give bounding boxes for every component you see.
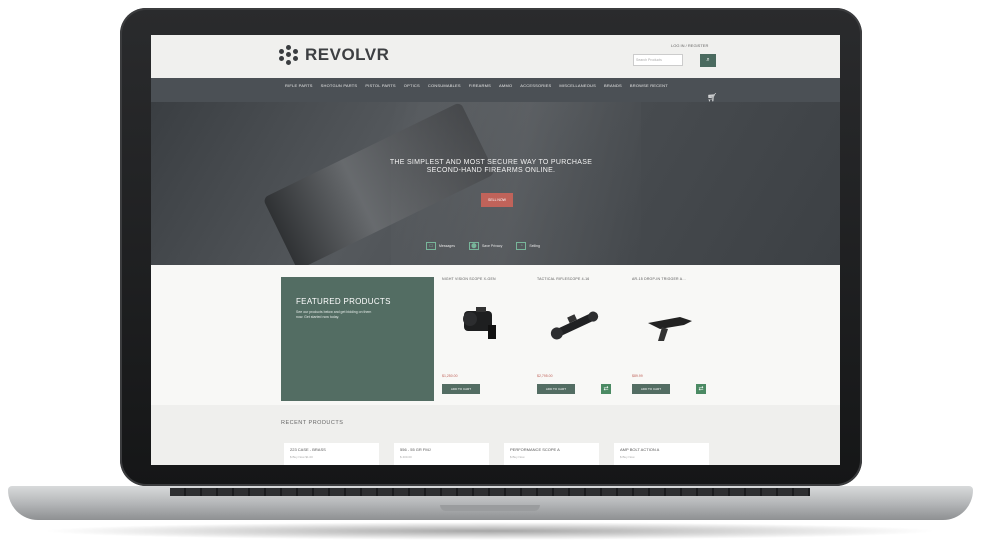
recent-product-card[interactable]: AMP BOLT ACTION A $ Buy Now — [614, 443, 709, 465]
recent-products-section: RECENT PRODUCTS 223 CASE - BRASS $ Buy N… — [151, 405, 840, 465]
recent-product-card[interactable]: PERFORMANCE SCOPE A $ Buy Now — [504, 443, 599, 465]
featured-products-section: FEATURED PRODUCTS See our products below… — [151, 265, 840, 405]
feature-selling: ◔ Selling — [516, 242, 540, 250]
product-title[interactable]: NIGHT VISION SCOPE X-GEN — [442, 277, 522, 281]
nav-item-misc[interactable]: MISCELLANEOUS — [559, 83, 596, 88]
add-to-cart-button[interactable]: ADD TO CART — [442, 384, 480, 394]
nav-item-browse-recent[interactable]: BROWSE RECENT — [630, 83, 668, 88]
cart-icon[interactable]: 🛒︎ — [707, 93, 717, 102]
login-link[interactable]: LOG IN / REGISTER — [671, 43, 708, 48]
recent-product-card[interactable]: 556 - 55 GR FMJ $ 400.00 — [394, 443, 489, 465]
recent-title: RECENT PRODUCTS — [281, 420, 344, 426]
nav-item-ammo[interactable]: AMMO — [499, 83, 512, 88]
message-icon: ▭ — [426, 242, 436, 250]
clock-icon: ◔ — [516, 242, 527, 250]
revolver-cylinder-icon — [279, 45, 299, 65]
laptop-notch — [440, 505, 540, 511]
nav-item-shotgun-parts[interactable]: SHOTGUN PARTS — [321, 83, 358, 88]
recent-product-sub: $ Buy Now $1.00 — [290, 455, 313, 459]
compare-icon[interactable]: ⇄ — [696, 384, 706, 394]
riflescope-image[interactable] — [545, 297, 605, 352]
sell-now-button[interactable]: SELL NOW — [481, 193, 513, 207]
product-title[interactable]: TACTICAL RIFLESCOPE 4-16 — [537, 277, 617, 281]
nav-item-optics[interactable]: OPTICS — [404, 83, 420, 88]
product-price: $2,795.00 — [537, 374, 553, 378]
hero-features: ▭ Messages ⬤ Save Privacy ◔ Selling — [426, 242, 540, 250]
site-header: REVOLVR LOG IN / REGISTER Search Product… — [151, 35, 840, 78]
featured-products-panel: FEATURED PRODUCTS See our products below… — [281, 277, 434, 401]
nav-item-firearms[interactable]: FIREARMS — [469, 83, 491, 88]
hero-title: THE SIMPLEST AND MOST SECURE WAY TO PURC… — [389, 159, 593, 174]
recent-product-card[interactable]: 223 CASE - BRASS $ Buy Now $1.00 — [284, 443, 379, 465]
feature-messages: ▭ Messages — [426, 242, 455, 250]
search-button[interactable]: ⌕ — [700, 54, 716, 67]
product-card[interactable]: AR-15 DROP-IN TRIGGER A… $89.99 ADD TO C… — [632, 277, 712, 401]
product-title[interactable]: AR-15 DROP-IN TRIGGER A… — [632, 277, 712, 281]
trigger-assembly-image[interactable] — [640, 297, 700, 352]
nav-item-pistol-parts[interactable]: PISTOL PARTS — [365, 83, 395, 88]
laptop-keyboard — [170, 488, 810, 496]
add-to-cart-button[interactable]: ADD TO CART — [537, 384, 575, 394]
feature-label: Selling — [529, 244, 540, 248]
nav-item-accessories[interactable]: ACCESSORIES — [520, 83, 551, 88]
featured-title: FEATURED PRODUCTS — [296, 297, 391, 306]
search-input[interactable]: Search Products — [633, 54, 683, 66]
feature-privacy: ⬤ Save Privacy — [468, 242, 503, 250]
hero-light-overlay — [391, 102, 641, 265]
main-nav: RIFLE PARTS SHOTGUN PARTS PISTOL PARTS O… — [151, 78, 840, 102]
featured-description: See our products below and get bidding o… — [296, 310, 372, 319]
product-price: $89.99 — [632, 374, 643, 378]
product-card[interactable]: TACTICAL RIFLESCOPE 4-16 $2,795.00 ADD T… — [537, 277, 617, 401]
brand-name: REVOLVR — [305, 45, 390, 64]
recent-product-sub: $ Buy Now — [510, 455, 525, 459]
nav-item-brands[interactable]: BRANDS — [604, 83, 622, 88]
feature-label: Save Privacy — [481, 244, 503, 248]
night-vision-scope-image[interactable] — [450, 297, 510, 352]
shield-icon: ⬤ — [468, 242, 479, 250]
add-to-cart-button[interactable]: ADD TO CART — [632, 384, 670, 394]
hero-banner: THE SIMPLEST AND MOST SECURE WAY TO PURC… — [151, 101, 840, 271]
product-price: $1,250.00 — [442, 374, 458, 378]
compare-icon[interactable]: ⇄ — [601, 384, 611, 394]
recent-product-title[interactable]: 223 CASE - BRASS — [290, 447, 326, 452]
recent-product-title[interactable]: AMP BOLT ACTION A — [620, 447, 659, 452]
recent-product-sub: $ 400.00 — [400, 455, 412, 459]
nav-item-rifle-parts[interactable]: RIFLE PARTS — [285, 83, 313, 88]
recent-product-sub: $ Buy Now — [620, 455, 635, 459]
product-card[interactable]: NIGHT VISION SCOPE X-GEN $1,250.00 ADD T… — [442, 277, 522, 401]
laptop-shadow — [40, 522, 940, 540]
laptop-screen: REVOLVR LOG IN / REGISTER Search Product… — [151, 35, 840, 465]
nav-item-consumables[interactable]: CONSUMABLES — [428, 83, 461, 88]
site-logo[interactable]: REVOLVR — [279, 45, 389, 65]
recent-product-title[interactable]: 556 - 55 GR FMJ — [400, 447, 431, 452]
recent-product-title[interactable]: PERFORMANCE SCOPE A — [510, 447, 560, 452]
feature-label: Messages — [439, 244, 455, 248]
